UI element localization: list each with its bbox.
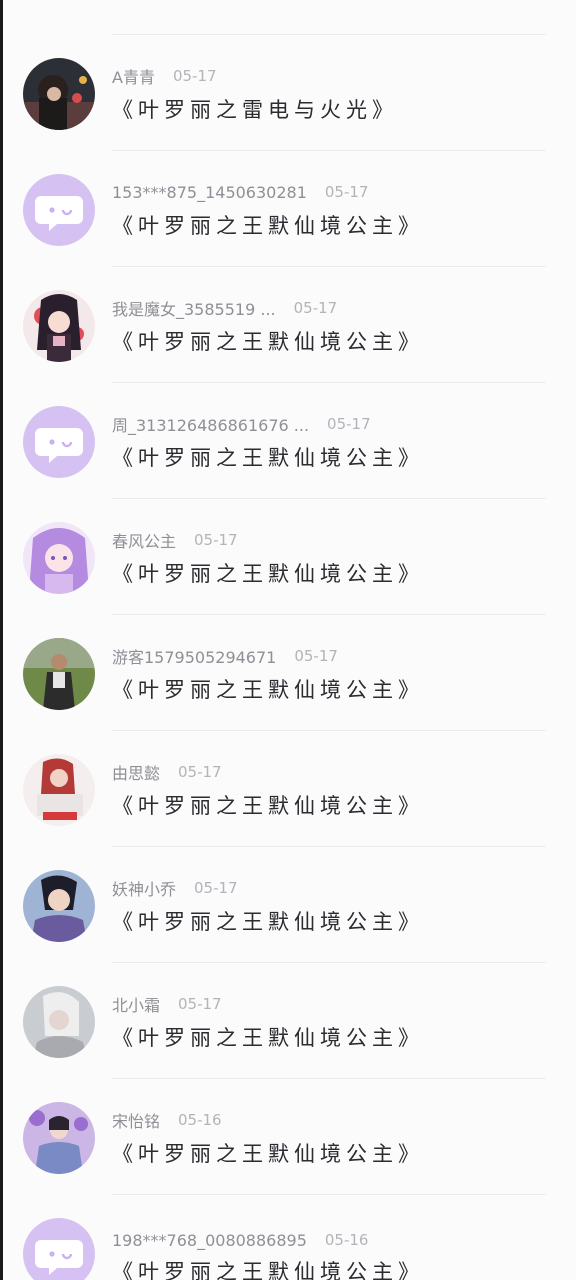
comment-date: 05-17 <box>294 647 338 665</box>
username[interactable]: 198***768_0080886895 <box>112 1231 307 1250</box>
comment-date: 05-17 <box>327 415 371 433</box>
username[interactable]: 由思懿 <box>112 760 160 784</box>
comment-date: 05-17 <box>172 67 217 85</box>
book-title[interactable]: 《叶罗丽之王默仙境公主》 <box>112 1022 424 1052</box>
comment-meta: 198***768_0080886895 05-16 <box>112 1228 368 1252</box>
comment-meta: 周_313126486861676 ... 05-17 <box>112 412 371 436</box>
comment-meta: 北小霜 05-17 <box>112 992 222 1016</box>
comment-meta: A青青 05-17 <box>112 64 217 88</box>
comment-meta: 由思懿 05-17 <box>112 760 222 784</box>
book-title[interactable]: 《叶罗丽之王默仙境公主》 <box>112 442 424 472</box>
avatar[interactable] <box>23 870 95 942</box>
avatar[interactable] <box>23 1218 95 1280</box>
avatar[interactable] <box>23 58 95 130</box>
comment-item[interactable]: A青青 05-17 《叶罗丽之雷电与火光》 <box>0 34 576 151</box>
comment-item[interactable]: 153***875_1450630281 05-17 《叶罗丽之王默仙境公主》 <box>0 150 576 267</box>
avatar[interactable] <box>23 986 95 1058</box>
book-title[interactable]: 《叶罗丽之王默仙境公主》 <box>112 210 424 240</box>
book-title[interactable]: 《叶罗丽之王默仙境公主》 <box>112 1256 424 1280</box>
username[interactable]: 游客1579505294671 <box>112 644 276 668</box>
comment-item[interactable]: 198***768_0080886895 05-16 《叶罗丽之王默仙境公主》 <box>0 1194 576 1280</box>
avatar[interactable] <box>23 522 95 594</box>
comment-item[interactable]: 春风公主 05-17 《叶罗丽之王默仙境公主》 <box>0 498 576 615</box>
username[interactable]: 153***875_1450630281 <box>112 183 307 202</box>
comment-date: 05-16 <box>178 1111 222 1129</box>
comment-date: 05-17 <box>324 183 369 201</box>
book-title[interactable]: 《叶罗丽之王默仙境公主》 <box>112 906 424 936</box>
book-title[interactable]: 《叶罗丽之雷电与火光》 <box>112 94 398 124</box>
comment-item[interactable]: 游客1579505294671 05-17 《叶罗丽之王默仙境公主》 <box>0 614 576 731</box>
comment-date: 05-17 <box>194 879 238 897</box>
comment-item-partial[interactable] <box>0 0 576 35</box>
comment-meta: 153***875_1450630281 05-17 <box>112 180 368 204</box>
username[interactable]: 宋怡铭 <box>112 1108 160 1132</box>
comment-meta: 游客1579505294671 05-17 <box>112 644 338 668</box>
username[interactable]: 北小霜 <box>112 992 160 1016</box>
avatar[interactable] <box>23 174 95 246</box>
username[interactable]: 周_313126486861676 ... <box>112 412 309 436</box>
comment-item[interactable]: 宋怡铭 05-16 《叶罗丽之王默仙境公主》 <box>0 1078 576 1195</box>
comment-item[interactable]: 我是魔女_3585519 ... 05-17 《叶罗丽之王默仙境公主》 <box>0 266 576 383</box>
comment-date: 05-17 <box>178 995 222 1013</box>
comment-date: 05-17 <box>293 299 338 317</box>
comment-item[interactable]: 由思懿 05-17 《叶罗丽之王默仙境公主》 <box>0 730 576 847</box>
username[interactable]: 春风公主 <box>112 528 176 552</box>
comment-meta: 宋怡铭 05-16 <box>112 1108 222 1132</box>
username[interactable]: 妖神小乔 <box>112 876 176 900</box>
comment-meta: 妖神小乔 05-17 <box>112 876 238 900</box>
comment-date: 05-17 <box>178 763 222 781</box>
username[interactable]: 我是魔女_3585519 ... <box>112 296 276 320</box>
avatar[interactable] <box>23 638 95 710</box>
avatar[interactable] <box>23 1102 95 1174</box>
avatar[interactable] <box>23 754 95 826</box>
book-title[interactable]: 《叶罗丽之王默仙境公主》 <box>112 558 424 588</box>
book-title[interactable]: 《叶罗丽之王默仙境公主》 <box>112 326 424 356</box>
book-title[interactable]: 《叶罗丽之王默仙境公主》 <box>112 1138 424 1168</box>
comment-item[interactable]: 北小霜 05-17 《叶罗丽之王默仙境公主》 <box>0 962 576 1079</box>
comment-meta: 我是魔女_3585519 ... 05-17 <box>112 296 337 320</box>
book-title[interactable]: 《叶罗丽之王默仙境公主》 <box>112 674 424 704</box>
comment-date: 05-16 <box>324 1231 369 1249</box>
avatar[interactable] <box>23 406 95 478</box>
book-title[interactable]: 《叶罗丽之王默仙境公主》 <box>112 790 424 820</box>
comment-date: 05-17 <box>194 531 238 549</box>
comment-item[interactable]: 周_313126486861676 ... 05-17 《叶罗丽之王默仙境公主》 <box>0 382 576 499</box>
avatar[interactable] <box>23 290 95 362</box>
comment-item[interactable]: 妖神小乔 05-17 《叶罗丽之王默仙境公主》 <box>0 846 576 963</box>
username[interactable]: A青青 <box>112 64 155 88</box>
comment-meta: 春风公主 05-17 <box>112 528 238 552</box>
